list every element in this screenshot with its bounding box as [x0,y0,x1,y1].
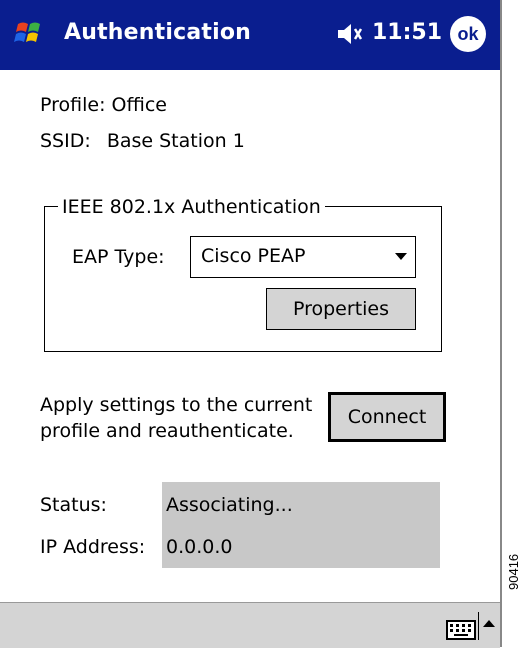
menu-bar [0,602,500,648]
ssid-value: Base Station 1 [106,130,245,152]
ok-button[interactable]: ok [450,16,486,52]
eap-type-label: EAP Type: [72,246,165,268]
properties-button[interactable]: Properties [266,288,416,330]
ip-address-value: 0.0.0.0 [166,536,233,558]
speaker-muted-icon[interactable] [336,20,364,48]
connect-button[interactable]: Connect [328,392,446,442]
ssid-label: SSID: [40,130,91,152]
eap-type-select[interactable]: Cisco PEAP [190,236,416,278]
profile-value: Office [111,94,167,116]
windows-start-icon[interactable] [14,18,46,50]
sip-up-arrow-icon[interactable] [483,620,495,627]
window-title: Authentication [64,20,252,45]
status-value: Associating... [166,494,293,516]
chevron-down-icon[interactable] [395,253,407,260]
profile-row: Profile: Office [40,94,167,116]
pocketpc-window: Authentication 11:51 ok Profile: Office … [0,0,502,648]
divider [478,612,479,640]
keyboard-icon[interactable] [446,620,476,640]
figure-number: 90416 [506,553,521,590]
connect-text-line2: profile and reauthenticate. [40,420,294,442]
eap-type-value: Cisco PEAP [201,245,306,267]
group-title: IEEE 802.1x Authentication [58,196,325,218]
connect-description: Apply settings to the current profile an… [40,392,312,444]
ip-address-label: IP Address: [40,536,146,558]
connect-text-line1: Apply settings to the current [40,394,313,416]
ieee-8021x-group [44,206,442,352]
profile-label: Profile: [40,94,106,116]
title-bar: Authentication 11:51 ok [0,0,500,70]
status-label: Status: [40,494,107,516]
ssid-row: SSID: Base Station 1 [40,130,245,152]
clock[interactable]: 11:51 [372,20,442,45]
